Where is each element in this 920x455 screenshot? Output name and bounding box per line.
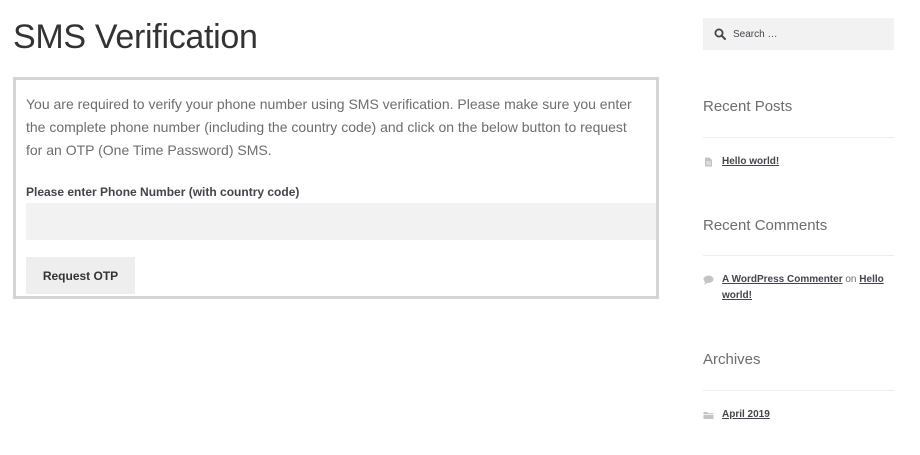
divider bbox=[703, 255, 894, 256]
phone-number-label: Please enter Phone Number (with country … bbox=[26, 185, 300, 199]
search-form bbox=[703, 18, 894, 50]
archive-link[interactable]: April 2019 bbox=[722, 409, 770, 420]
phone-number-input[interactable] bbox=[26, 203, 656, 240]
recent-post-link[interactable]: Hello world! bbox=[722, 156, 779, 167]
comment-on-text: on bbox=[845, 274, 857, 285]
comment-icon bbox=[703, 275, 714, 285]
document-icon bbox=[705, 157, 712, 167]
search-input[interactable] bbox=[731, 18, 891, 50]
page-title: SMS Verification bbox=[13, 18, 258, 56]
search-icon[interactable] bbox=[714, 28, 726, 40]
divider bbox=[703, 137, 894, 138]
sms-verification-box: You are required to verify your phone nu… bbox=[13, 77, 659, 299]
divider bbox=[703, 390, 894, 391]
request-otp-button[interactable]: Request OTP bbox=[26, 257, 135, 294]
folder-icon bbox=[703, 412, 714, 419]
comment-author-link[interactable]: A WordPress Commenter bbox=[722, 274, 843, 285]
sms-intro-text: You are required to verify your phone nu… bbox=[26, 96, 632, 158]
recent-posts-title: Recent Posts bbox=[703, 98, 793, 115]
recent-comments-title: Recent Comments bbox=[703, 217, 828, 234]
archives-title: Archives bbox=[703, 351, 761, 368]
